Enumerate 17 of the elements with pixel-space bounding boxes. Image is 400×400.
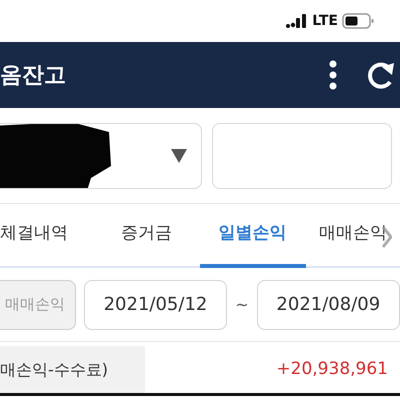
- tab[interactable]: 증거금: [94, 204, 200, 268]
- range-separator: ~: [235, 294, 249, 316]
- tab[interactable]: 매매손익: [306, 204, 400, 268]
- tab[interactable]: 체결내역: [0, 204, 74, 268]
- signal-icon: [286, 14, 308, 28]
- account-dropdown[interactable]: [0, 122, 202, 188]
- dropdown-caret-icon: [171, 148, 187, 162]
- battery-icon: [342, 13, 374, 29]
- end-date-field[interactable]: 2021/08/09: [256, 280, 400, 330]
- network-label: LTE: [312, 12, 338, 30]
- screen-title: 옴잔고: [0, 62, 67, 90]
- more-menu-icon[interactable]: [328, 60, 338, 90]
- password-field[interactable]: [212, 122, 392, 188]
- tab[interactable]: 일별손익: [200, 204, 306, 268]
- summary-label: 매손익-수수료): [0, 346, 145, 393]
- summary-value: +20,938,961: [275, 358, 389, 381]
- start-date-field[interactable]: 2021/05/12: [84, 280, 228, 330]
